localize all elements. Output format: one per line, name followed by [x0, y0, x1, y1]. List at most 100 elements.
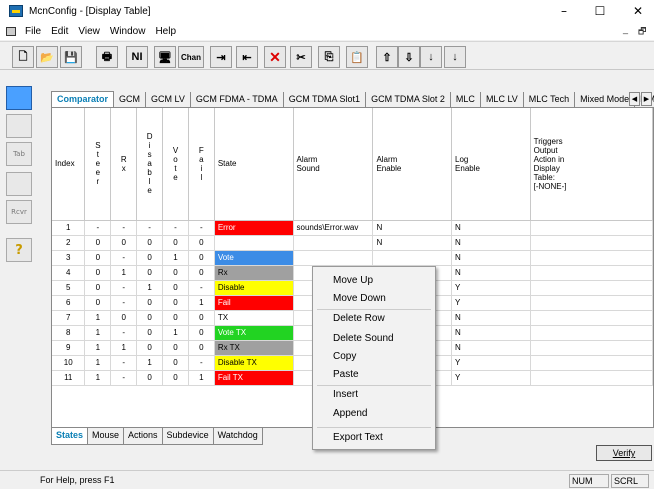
cell-log-enable[interactable]: N: [451, 220, 531, 236]
insert-after-icon[interactable]: ⇤: [236, 46, 258, 68]
cell-steer[interactable]: 0: [84, 265, 112, 281]
cell-vote[interactable]: -: [162, 220, 189, 236]
help-icon[interactable]: ?: [6, 238, 32, 262]
cell-triggers[interactable]: [530, 295, 653, 311]
cell-fail[interactable]: 0: [188, 235, 215, 251]
cell-index[interactable]: 7: [52, 310, 86, 326]
chan-button[interactable]: Chan: [178, 46, 204, 68]
cell-vote[interactable]: 0: [162, 265, 189, 281]
cell-log-enable[interactable]: Y: [451, 280, 531, 296]
cell-rx[interactable]: 0: [110, 310, 138, 326]
cell-fail[interactable]: 1: [188, 370, 215, 386]
cell-log-enable[interactable]: Y: [451, 295, 531, 311]
minimize-button[interactable]: –: [548, 0, 580, 22]
cell-triggers[interactable]: [530, 355, 653, 371]
cell-disable[interactable]: 0: [136, 250, 164, 266]
cell-rx[interactable]: 1: [110, 265, 138, 281]
cell-triggers[interactable]: [530, 220, 653, 236]
ni-button[interactable]: NI: [126, 46, 148, 68]
cell-disable[interactable]: -: [136, 220, 164, 236]
cell-log-enable[interactable]: N: [451, 265, 531, 281]
cell-fail[interactable]: 0: [188, 340, 215, 356]
mdi-minimize-button[interactable]: _: [623, 24, 628, 34]
column-header-alarm-enable[interactable]: Alarm Enable: [372, 108, 453, 221]
cell-disable[interactable]: 0: [136, 340, 164, 356]
tab-gcm-tdma-slot-2[interactable]: GCM TDMA Slot 2: [366, 92, 451, 108]
cell-disable[interactable]: 0: [136, 295, 164, 311]
menu-item-paste[interactable]: Paste: [333, 369, 359, 380]
cell-rx[interactable]: -: [110, 250, 138, 266]
cell-rx[interactable]: 1: [110, 340, 138, 356]
insert-before-icon[interactable]: ⇥: [210, 46, 232, 68]
cell-triggers[interactable]: [530, 310, 653, 326]
chan1-icon[interactable]: 🖥: [154, 46, 176, 68]
menu-item-copy[interactable]: Copy: [333, 351, 356, 362]
mdi-restore-button[interactable]: 🗗: [638, 24, 646, 40]
menu-item-export-text[interactable]: Export Text: [333, 432, 383, 443]
menu-item-delete-row[interactable]: Delete Row: [333, 313, 385, 324]
menu-item-append[interactable]: Append: [333, 408, 367, 419]
cell-state[interactable]: TX: [214, 310, 294, 326]
cell-vote[interactable]: 1: [162, 325, 189, 341]
cell-vote[interactable]: 0: [162, 235, 189, 251]
cell-log-enable[interactable]: N: [451, 235, 531, 251]
cell-fail[interactable]: 0: [188, 250, 215, 266]
cell-vote[interactable]: 1: [162, 250, 189, 266]
delete-icon[interactable]: ✕: [264, 46, 286, 68]
cell-disable[interactable]: 0: [136, 325, 164, 341]
tab-mlc-tech[interactable]: MLC Tech: [524, 92, 576, 108]
cell-state[interactable]: [214, 235, 294, 251]
bottom-tab-mouse[interactable]: Mouse: [88, 428, 125, 445]
cell-state[interactable]: Rx TX: [214, 340, 294, 356]
bottom-tab-watchdog[interactable]: Watchdog: [213, 428, 263, 445]
open-icon[interactable]: 📂: [36, 46, 58, 68]
cell-vote[interactable]: 0: [162, 280, 189, 296]
column-header-rx[interactable]: Rx: [110, 108, 138, 221]
cell-fail[interactable]: -: [188, 220, 215, 236]
tab-gcm[interactable]: GCM: [114, 92, 147, 108]
menu-item-move-up[interactable]: Move Up: [333, 275, 373, 286]
cell-vote[interactable]: 0: [162, 295, 189, 311]
cell-alarm-enable[interactable]: [372, 250, 453, 266]
sort-num-icon[interactable]: ↓: [420, 46, 442, 68]
cell-disable[interactable]: 0: [136, 310, 164, 326]
cell-state[interactable]: Fail TX: [214, 370, 294, 386]
column-header-state[interactable]: State: [214, 108, 294, 221]
table-row[interactable]: 1- - - - - Error sounds\Error.wav N N: [52, 220, 653, 236]
cell-state[interactable]: Vote TX: [214, 325, 294, 341]
cell-rx[interactable]: -: [110, 325, 138, 341]
menu-help[interactable]: Help: [150, 26, 181, 37]
menu-window[interactable]: Window: [105, 26, 151, 37]
cell-triggers[interactable]: [530, 340, 653, 356]
cell-rx[interactable]: -: [110, 295, 138, 311]
cell-steer[interactable]: 1: [84, 340, 112, 356]
tab-gcm-tdma-slot1[interactable]: GCM TDMA Slot1: [284, 92, 367, 108]
menu-item-move-down[interactable]: Move Down: [333, 293, 386, 304]
column-header-disable[interactable]: Disable: [136, 108, 164, 221]
cell-index[interactable]: 1: [52, 220, 86, 236]
bottom-tab-actions[interactable]: Actions: [124, 428, 163, 445]
cell-vote[interactable]: 0: [162, 370, 189, 386]
bottom-tab-states[interactable]: States: [51, 428, 89, 445]
cell-triggers[interactable]: [530, 235, 653, 251]
menu-file[interactable]: File: [20, 26, 46, 37]
cell-rx[interactable]: -: [110, 220, 138, 236]
print-icon[interactable]: 🖶: [96, 46, 118, 68]
cell-fail[interactable]: -: [188, 355, 215, 371]
cell-alarm-sound[interactable]: [293, 235, 374, 251]
copy-icon[interactable]: ⎘: [318, 46, 340, 68]
table-row[interactable]: 200000NN: [52, 235, 653, 251]
cell-index[interactable]: 2: [52, 235, 86, 251]
column-header-log-enable[interactable]: Log Enable: [451, 108, 531, 221]
tools-icon[interactable]: [6, 172, 32, 196]
table-row[interactable]: 3 0-0 1 0 Vote N: [52, 250, 653, 266]
cell-triggers[interactable]: [530, 265, 653, 281]
cell-state[interactable]: Fail: [214, 295, 294, 311]
save-icon[interactable]: 💾: [60, 46, 82, 68]
cell-alarm-sound[interactable]: [293, 250, 374, 266]
cell-steer[interactable]: 0: [84, 235, 112, 251]
cell-state[interactable]: Rx: [214, 265, 294, 281]
tab-scroll-left-icon[interactable]: ◀: [629, 92, 640, 106]
cell-alarm-sound[interactable]: sounds\Error.wav: [293, 220, 374, 236]
cell-index[interactable]: 8: [52, 325, 86, 341]
